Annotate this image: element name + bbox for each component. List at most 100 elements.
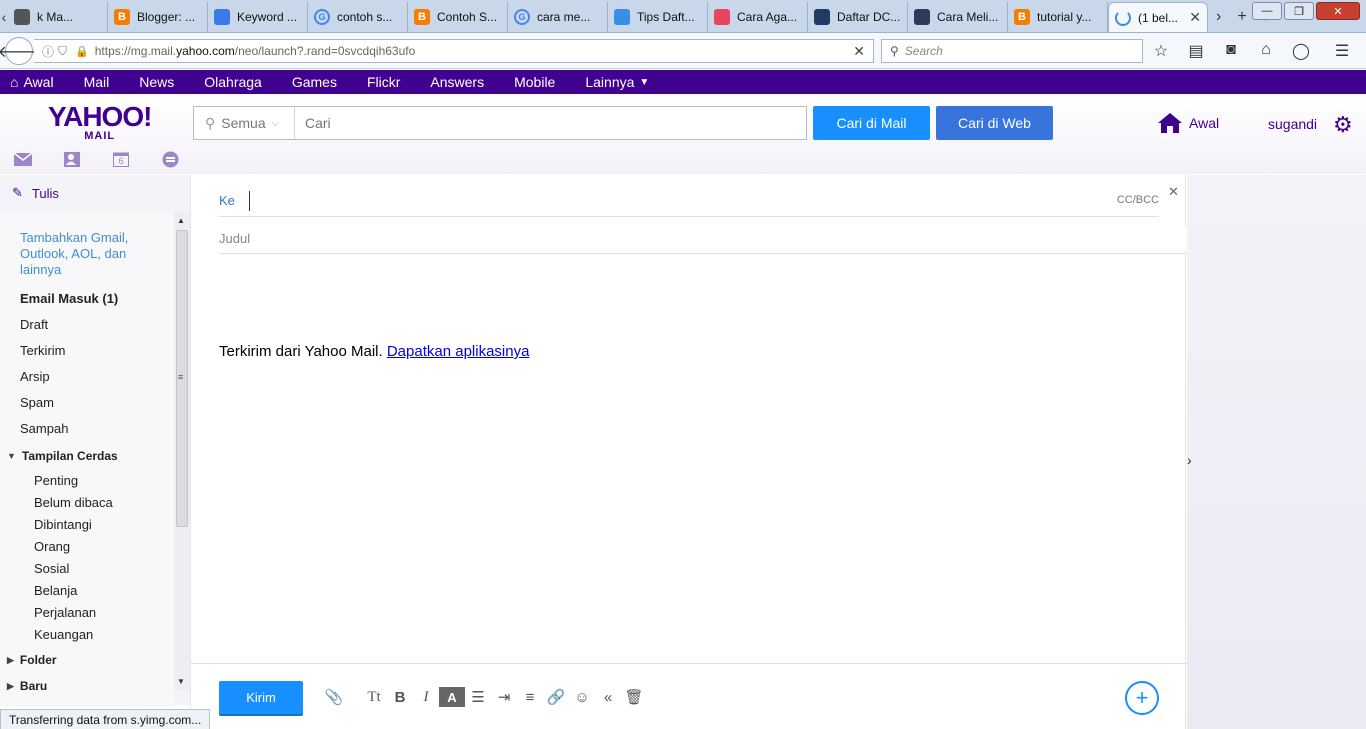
stop-loading-icon[interactable]: ✕ xyxy=(853,43,865,60)
folder-inbox[interactable]: Email Masuk (1) xyxy=(20,291,118,306)
browser-tab[interactable]: B Contoh S... xyxy=(408,2,508,32)
smart-view-people[interactable]: Orang xyxy=(34,539,70,554)
message-body[interactable]: Terkirim dari Yahoo Mail. Dapatkan aplik… xyxy=(219,343,529,360)
compose-button[interactable]: ✎ Tulis xyxy=(12,185,59,201)
emoji-icon[interactable]: ☺ xyxy=(569,687,595,707)
new-tab-button[interactable]: + xyxy=(1229,2,1254,32)
smart-view-unread[interactable]: Belum dibaca xyxy=(34,495,113,510)
folder-trash[interactable]: Sampah xyxy=(20,421,68,436)
smart-views-toggle[interactable]: ▼ Tampilan Cerdas xyxy=(7,449,118,463)
smart-view-social[interactable]: Sosial xyxy=(34,561,69,576)
nav-answers[interactable]: Answers xyxy=(415,74,499,90)
folder-draft[interactable]: Draft xyxy=(20,317,48,332)
subject-input[interactable] xyxy=(219,227,1187,249)
mail-search-input[interactable] xyxy=(295,107,806,139)
minimize-button[interactable]: — xyxy=(1252,2,1282,20)
sidebar-scrollbar[interactable]: ▲ ≡ ▼ xyxy=(174,212,190,690)
browser-tab[interactable]: Tips Daft... xyxy=(608,2,708,32)
trash-icon[interactable]: 🗑 xyxy=(621,687,647,707)
browser-tab[interactable]: Cara Meli... xyxy=(908,2,1008,32)
shield-icon[interactable]: ⛉ xyxy=(58,44,67,59)
add-content-plus-icon[interactable]: + xyxy=(1125,681,1159,715)
smart-view-finance[interactable]: Keuangan xyxy=(34,627,93,642)
get-app-link[interactable]: Dapatkan aplikasinya xyxy=(387,343,530,360)
maximize-button[interactable]: ❐ xyxy=(1284,2,1314,20)
address-bar[interactable]: ⓘ ⛉ 🔒 https://mg.mail. yahoo.com/neo/laun… xyxy=(34,39,874,63)
back-button[interactable]: 🡐 xyxy=(0,37,40,65)
scroll-up-arrow-icon[interactable]: ▲ xyxy=(177,216,185,225)
bookmark-star-icon[interactable]: ☆ xyxy=(1152,41,1170,61)
browser-tab[interactable]: k Ma... xyxy=(8,2,108,32)
browser-tab[interactable]: B Blogger: ... xyxy=(108,2,208,32)
browser-tab[interactable]: Daftar DC... xyxy=(808,2,908,32)
menu-icon[interactable]: ☰ xyxy=(1333,41,1351,61)
nav-mobile[interactable]: Mobile xyxy=(499,74,570,90)
tab-scroll-left-button[interactable]: ‹ xyxy=(0,2,8,32)
add-accounts-link[interactable]: Tambahkan Gmail, Outlook, AOL, dan lainn… xyxy=(20,230,150,278)
browser-tab[interactable]: Cara Aga... xyxy=(708,2,808,32)
nav-games[interactable]: Games xyxy=(277,74,352,90)
tab-title: Contoh S... xyxy=(437,10,498,24)
user-name[interactable]: sugandi xyxy=(1268,116,1317,132)
link-icon[interactable]: 🔗 xyxy=(543,687,569,707)
info-icon[interactable]: ⓘ xyxy=(42,43,54,60)
italic-icon[interactable]: I xyxy=(413,687,439,707)
browser-search-box[interactable]: ⚲ Search xyxy=(881,39,1143,63)
settings-gear-icon[interactable]: ⚙ xyxy=(1333,112,1353,138)
browser-tab[interactable]: (1 bel... ✕ xyxy=(1108,2,1208,32)
yahoo-mail-logo[interactable]: YAHOO! MAIL xyxy=(48,103,152,143)
expand-right-pane-icon[interactable]: › xyxy=(1187,452,1192,468)
bullet-list-icon[interactable]: ☰ xyxy=(465,687,491,707)
recent-section-toggle[interactable]: ▶ Baru xyxy=(7,679,47,693)
nav-mail[interactable]: Mail xyxy=(69,74,125,90)
pocket-icon[interactable]: ◙ xyxy=(1222,41,1240,61)
close-compose-icon[interactable]: ✕ xyxy=(1168,184,1179,200)
nav-lainnya[interactable]: Lainnya ▼ xyxy=(570,74,664,90)
browser-tab[interactable]: Keyword ... xyxy=(208,2,308,32)
search-web-button[interactable]: Cari di Web xyxy=(936,106,1053,140)
browser-search-placeholder: Search xyxy=(904,44,943,58)
tab-scroll-right-button[interactable]: › xyxy=(1208,2,1229,32)
newsfeed-app-icon[interactable] xyxy=(160,151,180,167)
send-button[interactable]: Kirim xyxy=(219,681,303,714)
home-icon[interactable]: ⌂ xyxy=(1257,41,1275,61)
smart-view-important[interactable]: Penting xyxy=(34,473,78,488)
text-color-icon[interactable]: A xyxy=(439,687,465,707)
window-close-button[interactable]: ✕ xyxy=(1316,2,1360,20)
folder-spam[interactable]: Spam xyxy=(20,395,54,410)
close-tab-icon[interactable]: ✕ xyxy=(1189,9,1201,26)
contacts-app-icon[interactable] xyxy=(62,151,82,167)
font-size-icon[interactable]: Tt xyxy=(361,687,387,707)
search-scope-dropdown[interactable]: ⚲ Semua ⌵ xyxy=(194,107,295,139)
scroll-down-arrow-icon[interactable]: ▼ xyxy=(177,677,185,686)
adwords-icon xyxy=(214,9,230,25)
smart-view-shopping[interactable]: Belanja xyxy=(34,583,77,598)
rich-text-toggle-icon[interactable]: « xyxy=(595,687,621,707)
search-mail-button[interactable]: Cari di Mail xyxy=(813,106,930,140)
nav-olahraga[interactable]: Olahraga xyxy=(189,74,277,90)
bold-icon[interactable]: B xyxy=(387,687,413,707)
reading-list-icon[interactable]: ▤ xyxy=(1187,41,1205,61)
smart-view-travel[interactable]: Perjalanan xyxy=(34,605,96,620)
to-input[interactable] xyxy=(249,191,1069,211)
browser-tab[interactable]: Gcara me... xyxy=(508,2,608,32)
browser-tab[interactable]: Gcontoh s... xyxy=(308,2,408,32)
search-icon: ⚲ xyxy=(205,114,216,131)
grid-icon xyxy=(914,9,930,25)
indent-icon[interactable]: ⇥ xyxy=(491,687,517,707)
folder-section-toggle[interactable]: ▶ Folder xyxy=(7,653,57,667)
align-icon[interactable]: ≡ xyxy=(517,687,543,707)
browser-tab[interactable]: Btutorial y... xyxy=(1008,2,1108,32)
nav-flickr[interactable]: Flickr xyxy=(352,74,415,90)
chat-icon[interactable]: ◯ xyxy=(1292,41,1310,61)
attach-icon[interactable]: 📎 xyxy=(321,687,347,707)
folder-sent[interactable]: Terkirim xyxy=(20,343,66,358)
nav-news[interactable]: News xyxy=(124,74,189,90)
calendar-app-icon[interactable]: 6 xyxy=(111,151,131,167)
folder-archive[interactable]: Arsip xyxy=(20,369,50,384)
mail-app-icon[interactable] xyxy=(13,151,33,167)
smart-view-starred[interactable]: Dibintangi xyxy=(34,517,92,532)
cc-bcc-button[interactable]: CC/BCC xyxy=(1117,194,1159,206)
nav-awal[interactable]: ⌂ Awal xyxy=(0,74,69,90)
home-link[interactable]: Awal xyxy=(1157,112,1219,134)
